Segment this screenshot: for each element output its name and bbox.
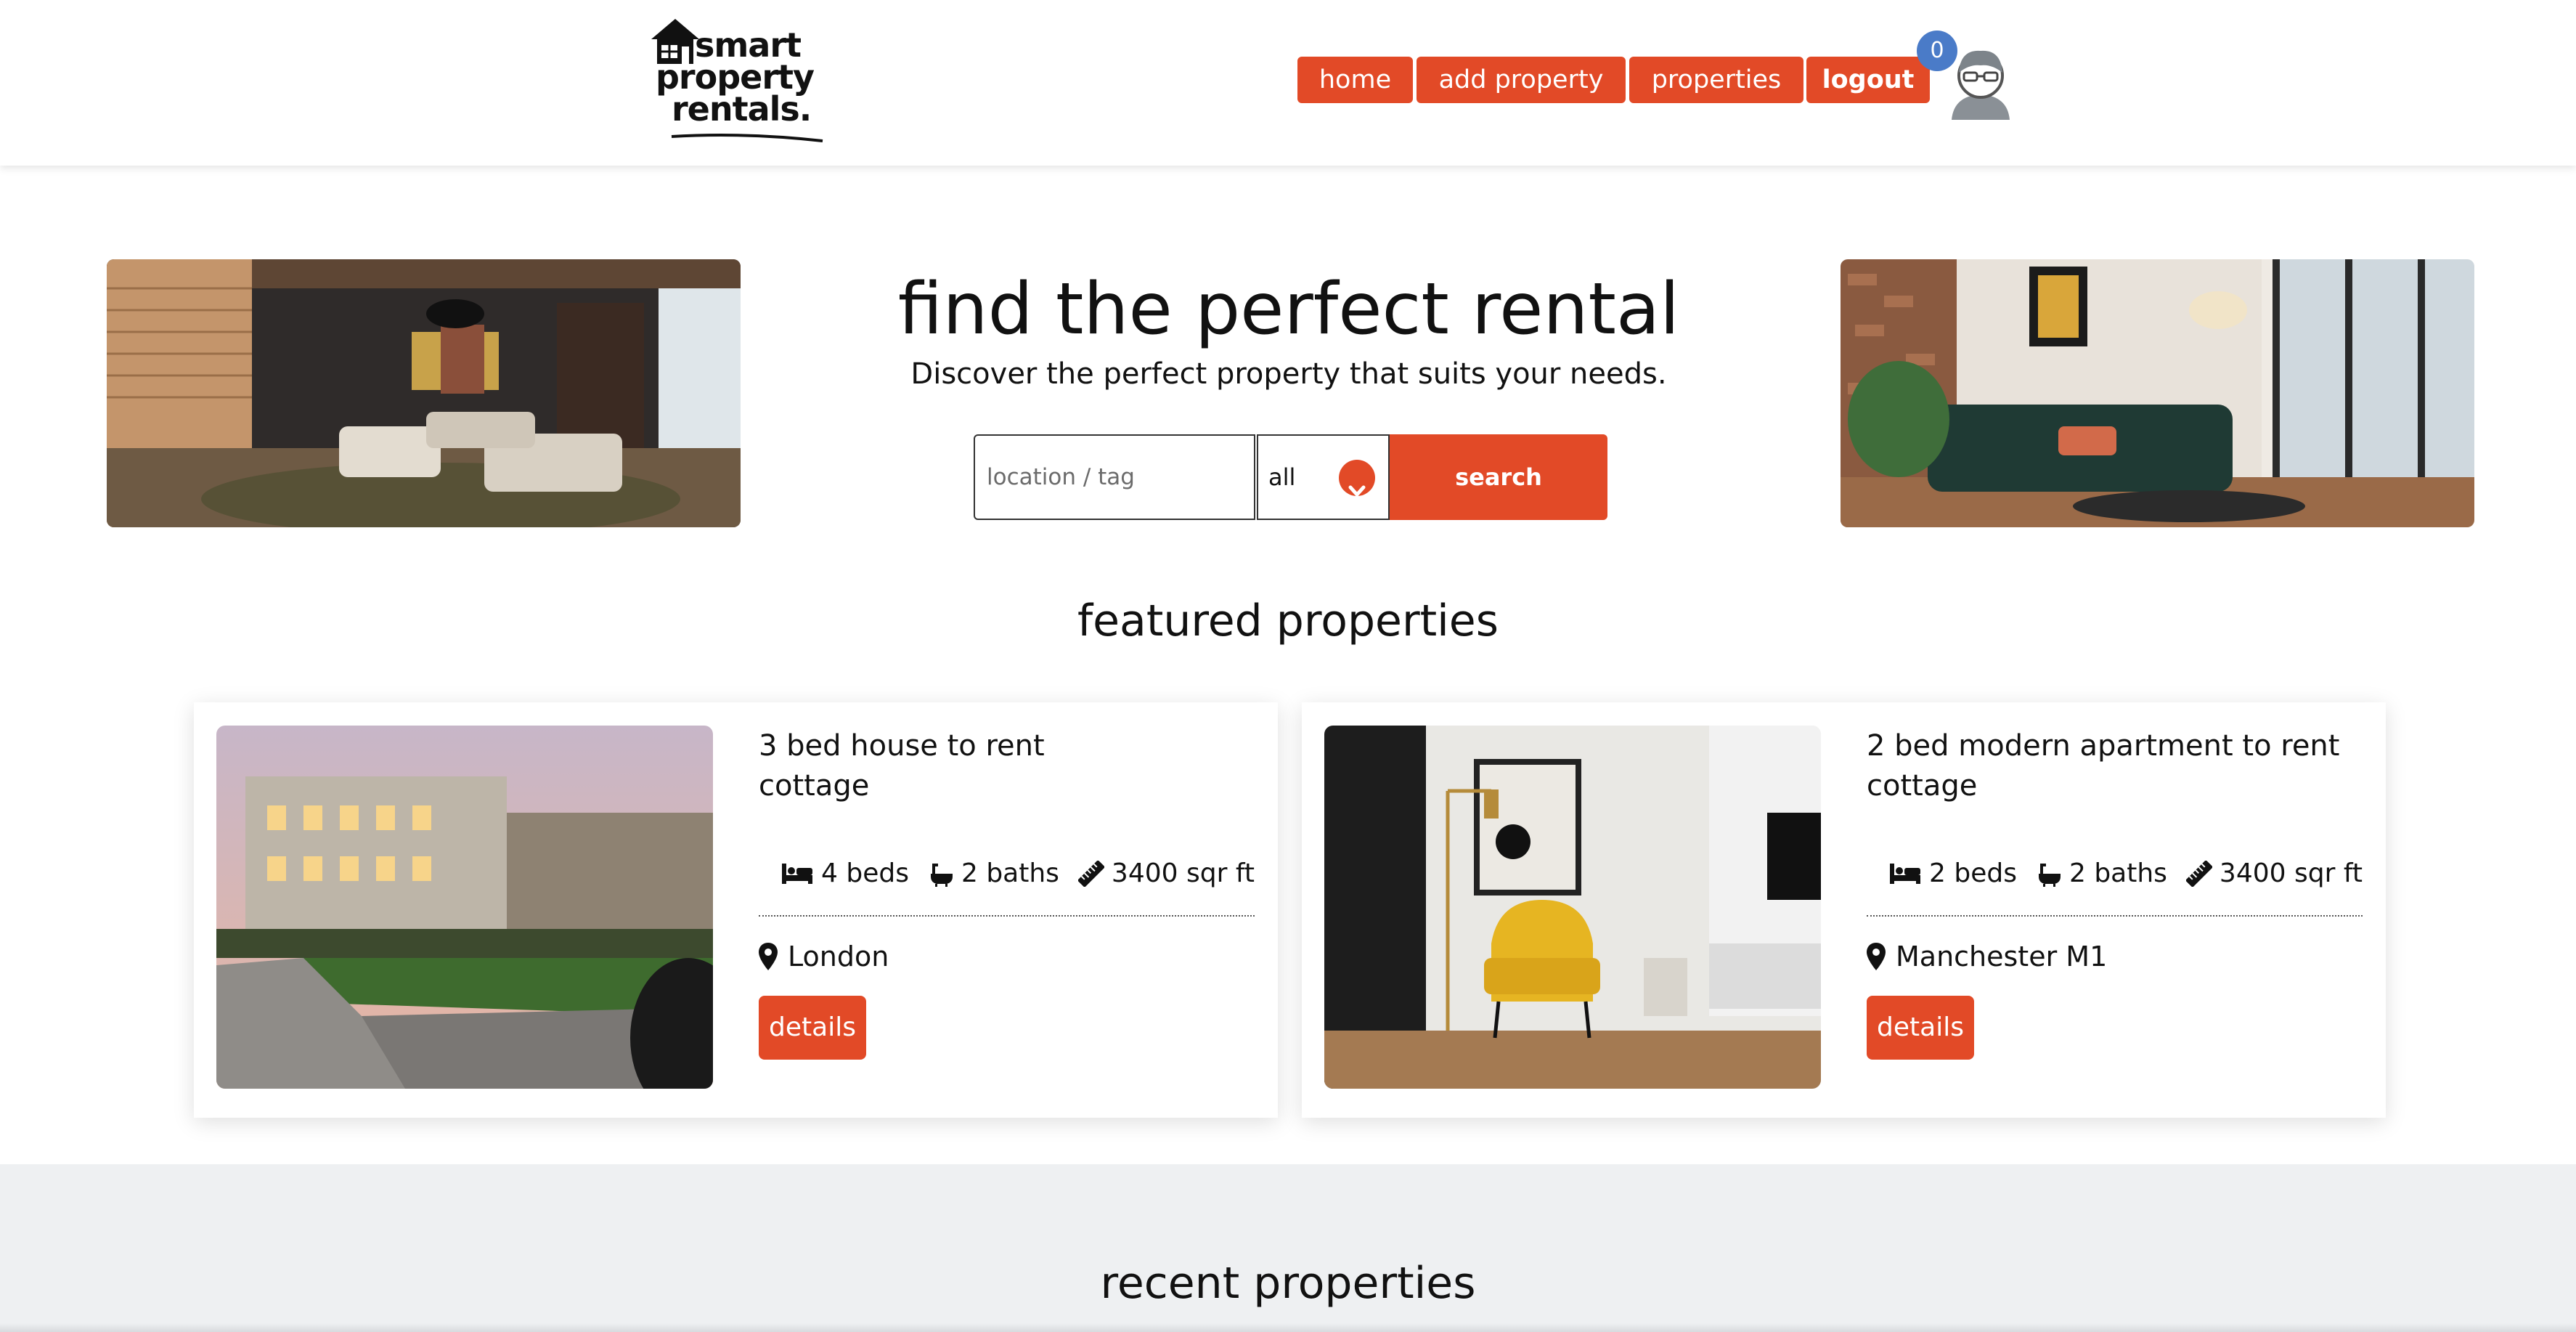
property-type-select[interactable]: all: [1257, 434, 1390, 520]
location-text: London: [788, 941, 889, 972]
card-divider: [759, 915, 1255, 917]
hero-subtitle: Discover the perfect property that suits…: [910, 357, 1667, 391]
details-button[interactable]: details: [759, 996, 866, 1060]
baths-feature: 2 baths: [928, 858, 1059, 888]
property-features: 2 beds 2 baths 3400 sqr ft: [1888, 858, 2363, 888]
site-logo[interactable]: smart property rentals.: [650, 16, 828, 142]
nav-logout-button[interactable]: logout: [1806, 57, 1930, 103]
location-text: Manchester M1: [1896, 941, 2108, 972]
recent-card-shadow: [0, 1323, 2576, 1332]
property-card: 3 bed house to rent cottage 4 beds 2 bat…: [194, 702, 1278, 1118]
ruler-icon: [1077, 860, 1104, 887]
logo-line-2: property: [656, 57, 815, 97]
beds-count: 4 beds: [821, 858, 909, 888]
nav-home-button[interactable]: home: [1297, 57, 1413, 103]
baths-feature: 2 baths: [2036, 858, 2167, 888]
property-location: London: [759, 941, 889, 972]
area-size: 3400 sqr ft: [2219, 858, 2363, 888]
map-pin-icon: [759, 943, 778, 970]
property-title[interactable]: 2 bed modern apartment to rent: [1867, 724, 2339, 768]
bed-icon: [782, 863, 812, 884]
details-button[interactable]: details: [1867, 996, 1974, 1060]
ruler-icon: [2185, 860, 2212, 887]
map-pin-icon: [1867, 943, 1886, 970]
nav-properties-button[interactable]: properties: [1629, 57, 1803, 103]
bath-icon: [930, 863, 953, 887]
area-size: 3400 sqr ft: [1111, 858, 1255, 888]
beds-count: 2 beds: [1929, 858, 2017, 888]
notification-badge[interactable]: 0: [1917, 31, 1957, 71]
select-value: all: [1268, 463, 1296, 491]
baths-count: 2 baths: [2068, 858, 2167, 888]
property-image-house[interactable]: [216, 726, 713, 1089]
featured-section-title: featured properties: [1077, 596, 1499, 646]
user-avatar-icon[interactable]: [1948, 44, 2013, 120]
hero-title: find the perfect rental: [897, 268, 1680, 351]
hero-image-living-room: [107, 259, 741, 527]
property-type: cottage: [759, 769, 870, 803]
property-location: Manchester M1: [1867, 941, 2107, 972]
card-divider: [1867, 915, 2363, 917]
recent-section-title: recent properties: [1100, 1258, 1476, 1309]
location-search-input[interactable]: [974, 434, 1255, 520]
site-header: [0, 0, 2576, 166]
logo-underline: [671, 134, 823, 142]
bed-icon: [1890, 863, 1920, 884]
property-title[interactable]: 3 bed house to rent: [759, 724, 1045, 768]
logo-line-1: smart: [695, 25, 802, 65]
search-button[interactable]: search: [1390, 434, 1607, 520]
baths-count: 2 baths: [961, 858, 1059, 888]
logo-line-3: rentals.: [672, 89, 812, 129]
beds-feature: 4 beds: [780, 858, 909, 888]
property-type: cottage: [1867, 769, 1978, 803]
hero-image-apartment: [1841, 259, 2474, 527]
area-feature: 3400 sqr ft: [2185, 858, 2363, 888]
property-features: 4 beds 2 baths 3400 sqr ft: [780, 858, 1255, 888]
property-image-apartment[interactable]: [1324, 726, 1821, 1089]
property-card: 2 bed modern apartment to rent cottage 2…: [1302, 702, 2386, 1118]
bath-icon: [2038, 863, 2061, 887]
area-feature: 3400 sqr ft: [1077, 858, 1255, 888]
nav-add-property-button[interactable]: add property: [1417, 57, 1626, 103]
chevron-down-icon: [1339, 460, 1375, 497]
beds-feature: 2 beds: [1888, 858, 2017, 888]
